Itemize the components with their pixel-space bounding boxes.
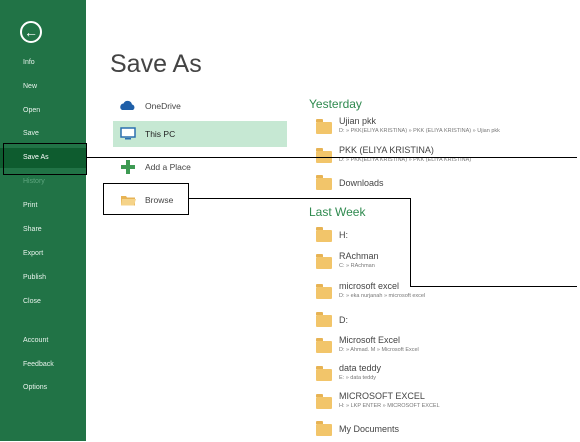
folder-icon: [316, 254, 332, 269]
location-this-pc[interactable]: This PC: [113, 121, 287, 147]
folder-name: data teddy: [339, 363, 382, 373]
folder-icon: [316, 119, 332, 134]
folder-name: Microsoft Excel: [339, 335, 401, 345]
location-onedrive[interactable]: OneDrive: [113, 93, 287, 119]
back-arrow-icon[interactable]: ←: [20, 21, 42, 43]
callout-browse-bottom: [103, 214, 189, 215]
nav-feedback[interactable]: Feedback: [0, 355, 86, 375]
folder-icon: [316, 366, 332, 381]
recent-folder[interactable]: RAchman C: » RAchman: [316, 251, 576, 275]
folder-name: Downloads: [339, 178, 384, 188]
nav-account[interactable]: Account: [0, 331, 86, 351]
section-last-week: Last Week: [309, 205, 366, 219]
folder-name: My Documents: [339, 424, 400, 434]
callout-box-right: [86, 143, 87, 175]
nav-info[interactable]: Info: [0, 53, 86, 73]
nav-save-as[interactable]: Save As: [0, 148, 86, 168]
nav-history: History: [23, 178, 45, 185]
location-label: Browse: [145, 195, 174, 205]
folder-icon: [316, 394, 332, 409]
folder-name: RAchman: [339, 251, 379, 261]
folder-icon: [316, 421, 332, 436]
callout-browse-left: [103, 183, 104, 215]
folder-path: H: » LKP ENTER » MICROSOFT EXCEL: [339, 403, 440, 409]
nav-print[interactable]: Print: [0, 196, 86, 216]
folder-open-icon: [121, 196, 136, 206]
recent-folder[interactable]: D:: [316, 309, 576, 333]
recent-folder[interactable]: Downloads: [316, 172, 576, 196]
location-label: This PC: [145, 129, 176, 139]
cloud-icon: [120, 100, 135, 110]
nav-publish[interactable]: Publish: [0, 268, 86, 288]
callout-line-browse-b: [410, 198, 411, 286]
callout-box-top: [3, 143, 87, 144]
recent-folder[interactable]: My Documents: [316, 418, 576, 442]
location-browse[interactable]: Browse: [113, 187, 287, 213]
nav-close[interactable]: Close: [0, 292, 86, 312]
folder-name: MICROSOFT EXCEL: [339, 391, 425, 401]
folder-name: H:: [339, 230, 348, 240]
folder-name: D:: [339, 315, 348, 325]
recent-folder[interactable]: Ujian pkk D: » PKK(ELIYA KRISTINA) » PKK…: [316, 116, 576, 140]
location-label: Add a Place: [145, 162, 191, 172]
callout-browse-top: [103, 183, 189, 184]
callout-line-browse-c: [410, 286, 577, 287]
callout-browse-right: [188, 183, 189, 215]
nav-new[interactable]: New: [0, 77, 86, 97]
folder-path: C: » RAchman: [339, 263, 375, 269]
folder-icon: [316, 338, 332, 353]
folder-icon: [316, 175, 332, 190]
backstage-sidebar: ← Info New Open Save Save As History Pri…: [0, 0, 86, 441]
location-label: OneDrive: [145, 101, 181, 111]
folder-path: E: » data teddy: [339, 375, 376, 381]
callout-line-browse-a: [188, 198, 410, 199]
folder-path: D: » PKK(ELIYA KRISTINA) » PKK (ELIYA KR…: [339, 128, 500, 134]
recent-folder[interactable]: MICROSOFT EXCEL H: » LKP ENTER » MICROSO…: [316, 391, 576, 415]
callout-box-bottom: [3, 174, 87, 175]
folder-name: microsoft excel: [339, 281, 400, 291]
nav-options[interactable]: Options: [0, 378, 86, 398]
folder-icon: [316, 284, 332, 299]
computer-icon: [120, 127, 136, 140]
recent-folder[interactable]: microsoft excel D: » eka nurjanah » micr…: [316, 281, 576, 305]
recent-folder[interactable]: Microsoft Excel D: » Ahmad. M » Microsof…: [316, 335, 576, 359]
nav-save[interactable]: Save: [0, 124, 86, 144]
folder-icon: [316, 227, 332, 242]
folder-path: D: » Ahmad. M » Microsoft Excel: [339, 347, 419, 353]
recent-folder[interactable]: H:: [316, 224, 576, 248]
nav-open[interactable]: Open: [0, 101, 86, 121]
nav-share[interactable]: Share: [0, 220, 86, 240]
section-yesterday: Yesterday: [309, 97, 362, 111]
page-title: Save As: [110, 50, 202, 78]
folder-path: D: » eka nurjanah » microsoft excel: [339, 293, 426, 299]
nav-export[interactable]: Export: [0, 244, 86, 264]
recent-folder[interactable]: data teddy E: » data teddy: [316, 363, 576, 387]
folder-name: PKK (ELIYA KRISTINA): [339, 145, 434, 155]
folder-icon: [316, 312, 332, 327]
callout-box-left: [3, 143, 4, 175]
plus-icon: [121, 160, 135, 174]
folder-name: Ujian pkk: [339, 116, 377, 126]
callout-line-save-as: [86, 157, 577, 158]
